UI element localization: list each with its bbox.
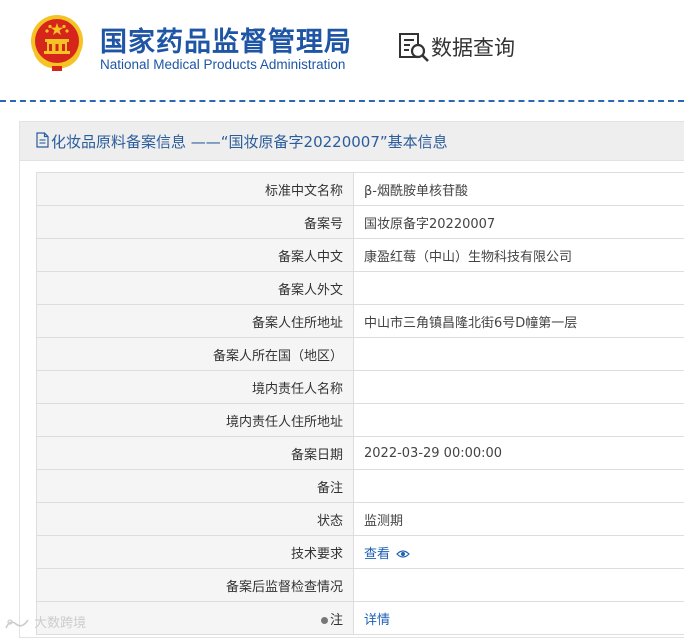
table-row: 注 详情 — [37, 602, 684, 635]
field-value — [354, 569, 684, 602]
info-table: 标准中文名称 β-烟酰胺单核苷酸 备案号 国妆原备字20220007 备案人中文… — [36, 172, 684, 635]
info-panel: 化妆品原料备案信息 ——“国妆原备字20220007”基本信息 标准中文名称 β… — [19, 121, 684, 638]
table-row: 备案人所在国（地区） — [37, 338, 684, 371]
field-label: 备注 — [37, 470, 354, 503]
field-label: 备案日期 — [37, 437, 354, 470]
field-value — [354, 338, 684, 371]
field-value: β-烟酰胺单核苷酸 — [354, 173, 684, 206]
data-query-label[interactable]: 数据查询 — [431, 32, 515, 62]
details-link[interactable]: 详情 — [364, 613, 390, 628]
field-value-cell: 查看 — [354, 536, 684, 569]
table-row: 备案人住所地址 中山市三角镇昌隆北街6号D幢第一层 — [37, 305, 684, 338]
table-row: 备案人外文 — [37, 272, 684, 305]
panel-header: 化妆品原料备案信息 ——“国妆原备字20220007”基本信息 — [20, 122, 684, 161]
field-label: 境内责任人住所地址 — [37, 404, 354, 437]
table-row: 备案号 国妆原备字20220007 — [37, 206, 684, 239]
field-value: 监测期 — [354, 503, 684, 536]
table-row: 备案日期 2022-03-29 00:00:00 — [37, 437, 684, 470]
watermark: 大数跨境 — [4, 612, 86, 630]
watermark-logo-icon — [4, 617, 30, 631]
field-value: 国妆原备字20220007 — [354, 206, 684, 239]
table-row: 状态 监测期 — [37, 503, 684, 536]
site-title-en: National Medical Products Administration — [100, 57, 345, 72]
table-row: 境内责任人名称 — [37, 371, 684, 404]
panel-title: 化妆品原料备案信息 ——“国妆原备字20220007”基本信息 — [51, 131, 448, 152]
table-row: 备案后监督检查情况 — [37, 569, 684, 602]
field-label: 备案人住所地址 — [37, 305, 354, 338]
site-title-cn[interactable]: 国家药品监督管理局 — [100, 20, 352, 59]
data-query-icon — [398, 31, 430, 63]
table-row: 标准中文名称 β-烟酰胺单核苷酸 — [37, 173, 684, 206]
field-value: 中山市三角镇昌隆北街6号D幢第一层 — [354, 305, 684, 338]
table-row: 境内责任人住所地址 — [37, 404, 684, 437]
field-value: 2022-03-29 00:00:00 — [354, 437, 684, 470]
table-row: 技术要求 查看 — [37, 536, 684, 569]
field-label: 备案人所在国（地区） — [37, 338, 354, 371]
field-value: 康盈红莓（中山）生物科技有限公司 — [354, 239, 684, 272]
eye-icon[interactable] — [396, 549, 410, 559]
view-tech-requirements-link[interactable]: 查看 — [364, 547, 390, 562]
table-row: 备注 — [37, 470, 684, 503]
field-label: 注 — [330, 613, 343, 628]
bullet-icon — [321, 617, 328, 624]
field-label: 备案人中文 — [37, 239, 354, 272]
field-label: 备案后监督检查情况 — [37, 569, 354, 602]
field-label: 境内责任人名称 — [37, 371, 354, 404]
table-row: 备案人中文 康盈红莓（中山）生物科技有限公司 — [37, 239, 684, 272]
field-value — [354, 404, 684, 437]
field-value — [354, 272, 684, 305]
field-value-cell: 详情 — [354, 602, 684, 635]
watermark-text: 大数跨境 — [34, 616, 86, 631]
field-label: 技术要求 — [37, 536, 354, 569]
field-value — [354, 371, 684, 404]
field-label: 备案号 — [37, 206, 354, 239]
document-icon — [36, 132, 49, 148]
field-label: 备案人外文 — [37, 272, 354, 305]
field-value — [354, 470, 684, 503]
field-label: 状态 — [37, 503, 354, 536]
field-label: 标准中文名称 — [37, 173, 354, 206]
site-header: 国家药品监督管理局 National Medical Products Admi… — [0, 0, 684, 100]
header-divider — [0, 100, 684, 102]
national-emblem-icon[interactable] — [30, 14, 84, 72]
